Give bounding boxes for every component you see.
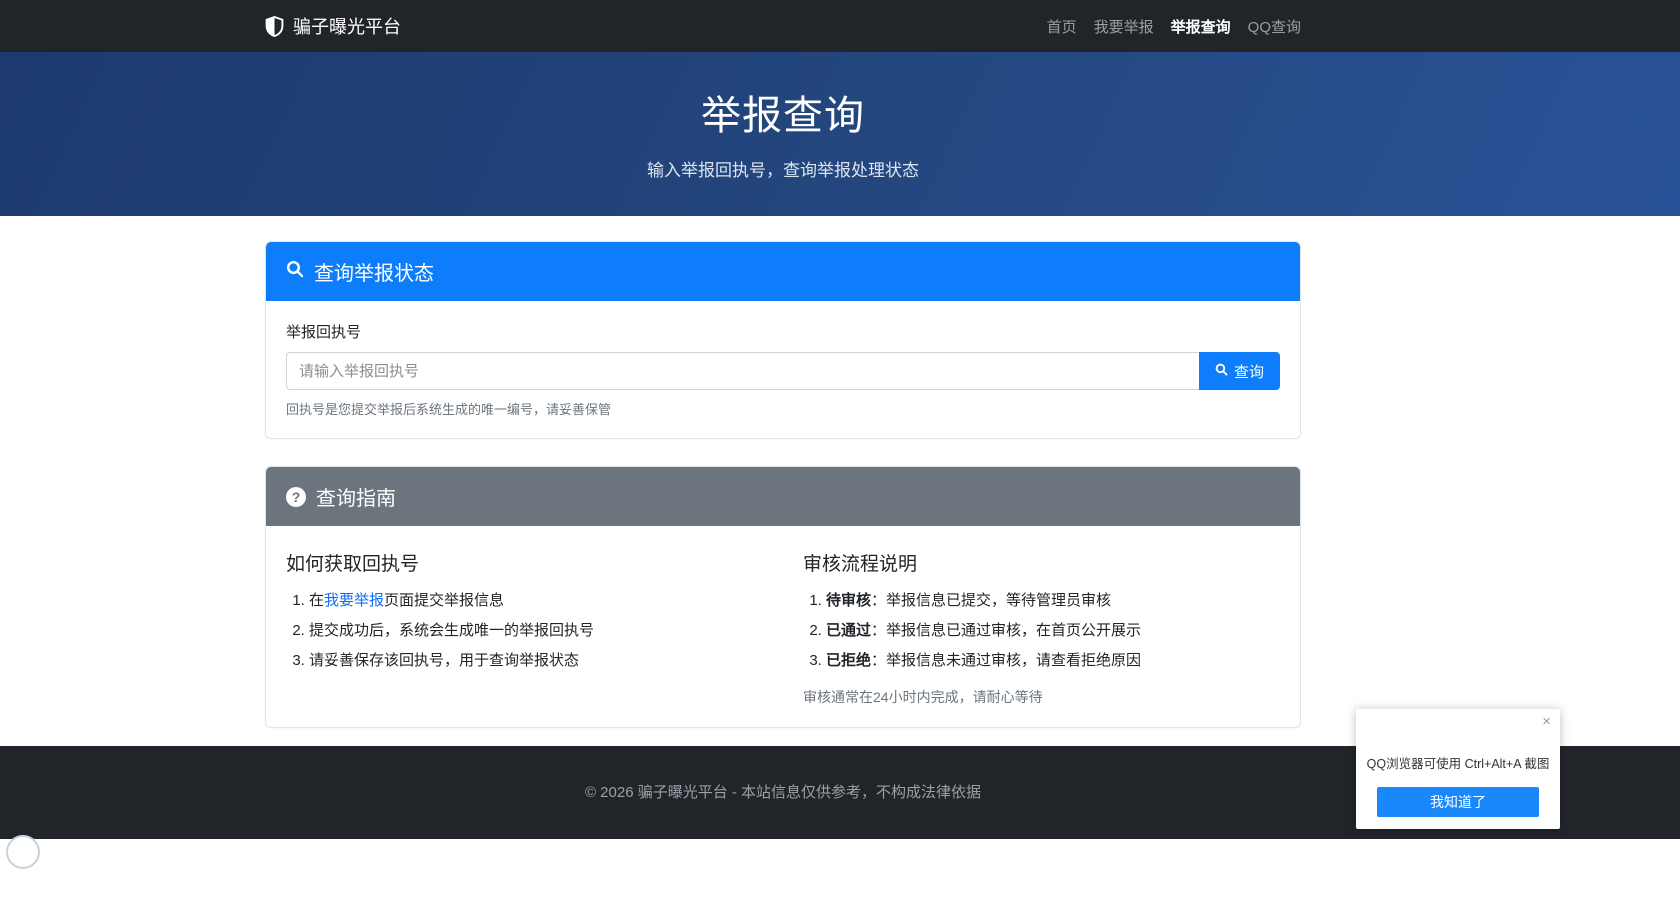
qq-browser-toast: × QQ浏览器可使用 Ctrl+Alt+A 截图 我知道了 [1356, 709, 1560, 829]
query-button[interactable]: 查询 [1199, 352, 1280, 390]
status-term: 待审核 [826, 592, 871, 609]
guide-left-title: 如何获取回执号 [286, 549, 763, 576]
nav-item-qq[interactable]: QQ查询 [1248, 16, 1301, 37]
toast-message: QQ浏览器可使用 Ctrl+Alt+A 截图 [1366, 753, 1550, 772]
close-icon[interactable]: × [1542, 714, 1551, 729]
list-item: 已拒绝：举报信息未通过审核，请查看拒绝原因 [826, 650, 1280, 672]
receipt-input-group: 查询 [286, 352, 1280, 390]
brand-name: 骗子曝光平台 [293, 13, 401, 39]
query-card-title: 查询举报状态 [314, 257, 434, 286]
nav-item-query[interactable]: 举报查询 [1171, 16, 1231, 37]
brand[interactable]: 骗子曝光平台 [265, 13, 401, 39]
report-page-link[interactable]: 我要举报 [324, 592, 384, 609]
nav-item-home[interactable]: 首页 [1047, 16, 1077, 37]
guide-card-header: ? 查询指南 [266, 467, 1300, 526]
nav-links: 首页 我要举报 举报查询 QQ查询 [1047, 16, 1301, 37]
nav-item-report[interactable]: 我要举报 [1094, 16, 1154, 37]
status-desc: ：举报信息已提交，等待管理员审核 [871, 592, 1111, 609]
guide-how-to-column: 如何获取回执号 在我要举报页面提交举报信息 提交成功后，系统会生成唯一的举报回执… [286, 546, 763, 707]
guide-left-list: 在我要举报页面提交举报信息 提交成功后，系统会生成唯一的举报回执号 请妥善保存该… [286, 590, 763, 671]
receipt-hint: 回执号是您提交举报后系统生成的唯一编号，请妥善保管 [286, 399, 1280, 418]
query-card-header: 查询举报状态 [266, 242, 1300, 301]
shield-icon [265, 16, 284, 37]
guide-right-list: 待审核：举报信息已提交，等待管理员审核 已通过：举报信息已通过审核，在首页公开展… [803, 590, 1280, 671]
toast-confirm-button[interactable]: 我知道了 [1377, 787, 1539, 817]
status-term: 已通过 [826, 622, 871, 639]
receipt-input[interactable] [286, 352, 1199, 390]
guide-card-title: 查询指南 [316, 482, 396, 511]
page-subtitle: 输入举报回执号，查询举报处理状态 [265, 156, 1301, 181]
query-guide-card: ? 查询指南 如何获取回执号 在我要举报页面提交举报信息 提交成功后，系统会生成… [265, 466, 1301, 728]
guide-process-column: 审核流程说明 待审核：举报信息已提交，等待管理员审核 已通过：举报信息已通过审核… [803, 546, 1280, 707]
status-desc: ：举报信息已通过审核，在首页公开展示 [871, 622, 1141, 639]
floating-widget[interactable] [6, 835, 40, 869]
hero-banner: 举报查询 输入举报回执号，查询举报处理状态 [0, 52, 1680, 216]
question-circle-icon: ? [286, 487, 306, 507]
search-icon [1215, 363, 1228, 380]
list-item: 已通过：举报信息已通过审核，在首页公开展示 [826, 620, 1280, 642]
status-desc: ：举报信息未通过审核，请查看拒绝原因 [871, 652, 1141, 669]
review-time-note: 审核通常在24小时内完成，请耐心等待 [803, 687, 1280, 707]
query-status-card: 查询举报状态 举报回执号 查询 回 [265, 241, 1301, 439]
receipt-label: 举报回执号 [286, 321, 1280, 342]
main-content: 查询举报状态 举报回执号 查询 回 [0, 216, 1680, 746]
list-item: 待审核：举报信息已提交，等待管理员审核 [826, 590, 1280, 612]
list-item: 提交成功后，系统会生成唯一的举报回执号 [309, 620, 763, 642]
footer-text: © 2026 骗子曝光平台 - 本站信息仅供参考，不构成法律依据 [265, 781, 1301, 802]
guide-right-title: 审核流程说明 [803, 549, 1280, 576]
query-button-label: 查询 [1234, 361, 1264, 382]
list-item-text: 在 [309, 592, 324, 609]
page-title: 举报查询 [265, 83, 1301, 141]
navbar: 骗子曝光平台 首页 我要举报 举报查询 QQ查询 [0, 0, 1680, 52]
list-item-text: 页面提交举报信息 [384, 592, 504, 609]
search-icon [286, 260, 304, 284]
status-term: 已拒绝 [826, 652, 871, 669]
list-item: 在我要举报页面提交举报信息 [309, 590, 763, 612]
list-item: 请妥善保存该回执号，用于查询举报状态 [309, 650, 763, 672]
